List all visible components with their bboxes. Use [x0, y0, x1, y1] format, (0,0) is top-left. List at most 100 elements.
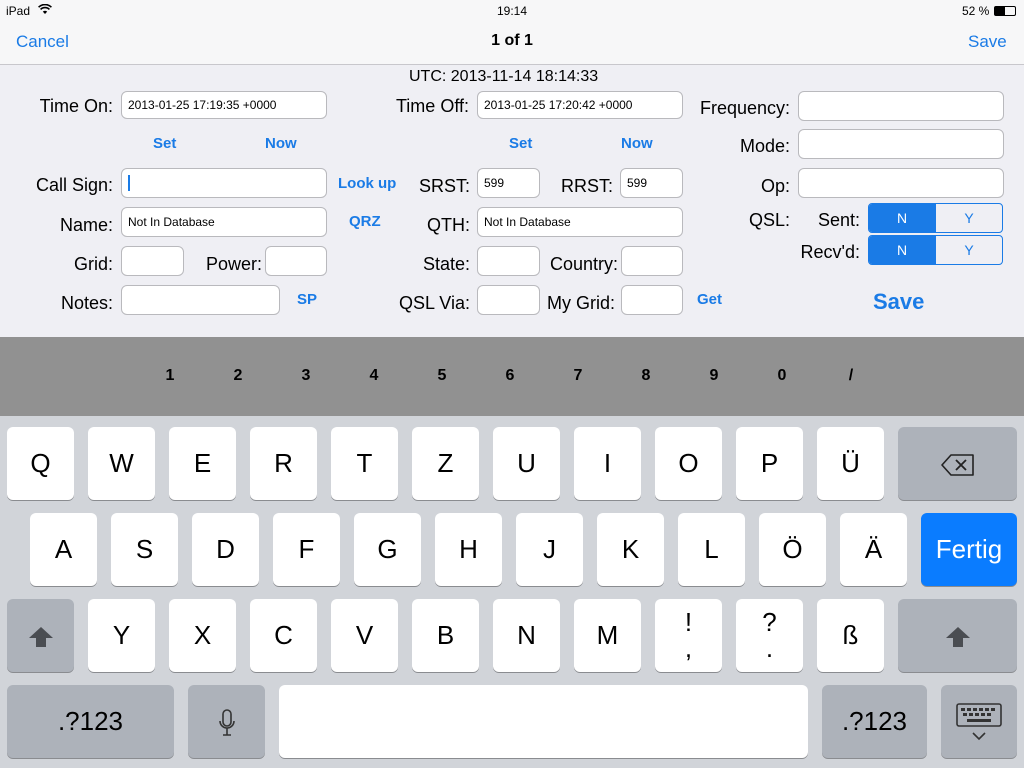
key[interactable]: D	[192, 513, 259, 586]
key[interactable]: L	[678, 513, 745, 586]
state-field[interactable]	[477, 246, 540, 276]
space-key[interactable]	[279, 685, 808, 758]
qsl-sent-yes[interactable]: Y	[935, 204, 1002, 232]
num-key[interactable]: 7	[563, 367, 593, 385]
shift-icon	[28, 620, 54, 650]
qsl-received-yes[interactable]: Y	[935, 236, 1002, 264]
grid-field[interactable]	[121, 246, 184, 276]
done-key[interactable]: Fertig	[921, 513, 1017, 586]
qth-label: QTH:	[427, 215, 470, 235]
key[interactable]: W	[88, 427, 155, 500]
key[interactable]: V	[331, 599, 398, 672]
key[interactable]: Ö	[759, 513, 826, 586]
key[interactable]: S	[111, 513, 178, 586]
key[interactable]: F	[273, 513, 340, 586]
key[interactable]: C	[250, 599, 317, 672]
key[interactable]: K	[597, 513, 664, 586]
time-on-field[interactable]: 2013-01-25 17:19:35 +0000	[121, 91, 327, 119]
qsl-label: QSL:	[748, 210, 790, 230]
key[interactable]: Y	[88, 599, 155, 672]
time-off-now-button[interactable]: Now	[621, 135, 653, 152]
name-field[interactable]: Not In Database	[121, 207, 327, 237]
key[interactable]: M	[574, 599, 641, 672]
shift-key-left[interactable]	[7, 599, 74, 672]
log-entry-form: UTC: 2013-11-14 18:14:33 Time On: 2013-0…	[0, 65, 1024, 337]
key[interactable]: U	[493, 427, 560, 500]
frequency-label: Frequency:	[699, 98, 790, 118]
frequency-field[interactable]	[798, 91, 1004, 121]
look-up-button[interactable]: Look up	[338, 175, 396, 192]
sp-button[interactable]: SP	[297, 291, 317, 308]
key[interactable]: T	[331, 427, 398, 500]
key[interactable]: Q	[7, 427, 74, 500]
key[interactable]: ß	[817, 599, 884, 672]
key[interactable]: Z	[412, 427, 479, 500]
qsl-sent-toggle: N Y	[868, 203, 1003, 233]
qsl-via-field[interactable]	[477, 285, 540, 315]
question-period-key[interactable]: ?.	[736, 599, 803, 672]
exclamation-comma-key[interactable]: !,	[655, 599, 722, 672]
key[interactable]: A	[30, 513, 97, 586]
key-bottom-char: .	[765, 633, 774, 663]
qrz-button[interactable]: QRZ	[349, 213, 381, 230]
shift-key-right[interactable]	[898, 599, 1017, 672]
op-field[interactable]	[798, 168, 1004, 198]
qsl-received-toggle: N Y	[868, 235, 1003, 265]
microphone-icon	[218, 706, 235, 736]
backspace-key[interactable]	[898, 427, 1017, 500]
key[interactable]: H	[435, 513, 502, 586]
key[interactable]: G	[354, 513, 421, 586]
qsl-via-label: QSL Via:	[398, 293, 470, 313]
num-key[interactable]: 6	[495, 367, 525, 385]
country-field[interactable]	[621, 246, 683, 276]
save-entry-button[interactable]: Save	[873, 289, 924, 315]
call-sign-label: Call Sign:	[35, 175, 113, 195]
num-key[interactable]: 3	[291, 367, 321, 385]
name-label: Name:	[59, 215, 113, 235]
key[interactable]: Ä	[840, 513, 907, 586]
save-button[interactable]: Save	[968, 32, 1007, 52]
key[interactable]: X	[169, 599, 236, 672]
qsl-sent-no[interactable]: N	[869, 204, 935, 232]
key[interactable]: J	[516, 513, 583, 586]
num-key[interactable]: 8	[631, 367, 661, 385]
key-top-char: !	[684, 607, 693, 637]
key[interactable]: B	[412, 599, 479, 672]
cancel-button[interactable]: Cancel	[16, 32, 69, 52]
num-key[interactable]: 9	[699, 367, 729, 385]
time-on-set-button[interactable]: Set	[153, 135, 176, 152]
srst-field[interactable]: 599	[477, 168, 540, 198]
get-button[interactable]: Get	[697, 291, 722, 308]
my-grid-field[interactable]	[621, 285, 683, 315]
key[interactable]: P	[736, 427, 803, 500]
num-key[interactable]: 2	[223, 367, 253, 385]
qsl-received-no[interactable]: N	[869, 236, 935, 264]
num-key[interactable]: 0	[767, 367, 797, 385]
qth-field[interactable]: Not In Database	[477, 207, 683, 237]
key[interactable]: I	[574, 427, 641, 500]
call-sign-field[interactable]	[121, 168, 327, 198]
hide-keyboard-key[interactable]	[941, 685, 1017, 758]
key[interactable]: O	[655, 427, 722, 500]
key[interactable]: Ü	[817, 427, 884, 500]
key-bottom-char: ,	[684, 633, 693, 663]
time-off-field[interactable]: 2013-01-25 17:20:42 +0000	[477, 91, 683, 119]
rrst-field[interactable]: 599	[620, 168, 683, 198]
time-on-now-button[interactable]: Now	[265, 135, 297, 152]
mode-field[interactable]	[798, 129, 1004, 159]
power-field[interactable]	[265, 246, 327, 276]
num-key-slash[interactable]: /	[836, 367, 866, 385]
dictation-key[interactable]	[188, 685, 265, 758]
num-key[interactable]: 4	[359, 367, 389, 385]
time-on-label: Time On:	[39, 96, 113, 116]
key-top-char: ?	[762, 607, 777, 637]
key[interactable]: E	[169, 427, 236, 500]
numbers-key-left[interactable]: .?123	[7, 685, 174, 758]
key[interactable]: R	[250, 427, 317, 500]
time-off-set-button[interactable]: Set	[509, 135, 532, 152]
num-key[interactable]: 1	[155, 367, 185, 385]
num-key[interactable]: 5	[427, 367, 457, 385]
numbers-key-right[interactable]: .?123	[822, 685, 927, 758]
notes-field[interactable]	[121, 285, 280, 315]
key[interactable]: N	[493, 599, 560, 672]
